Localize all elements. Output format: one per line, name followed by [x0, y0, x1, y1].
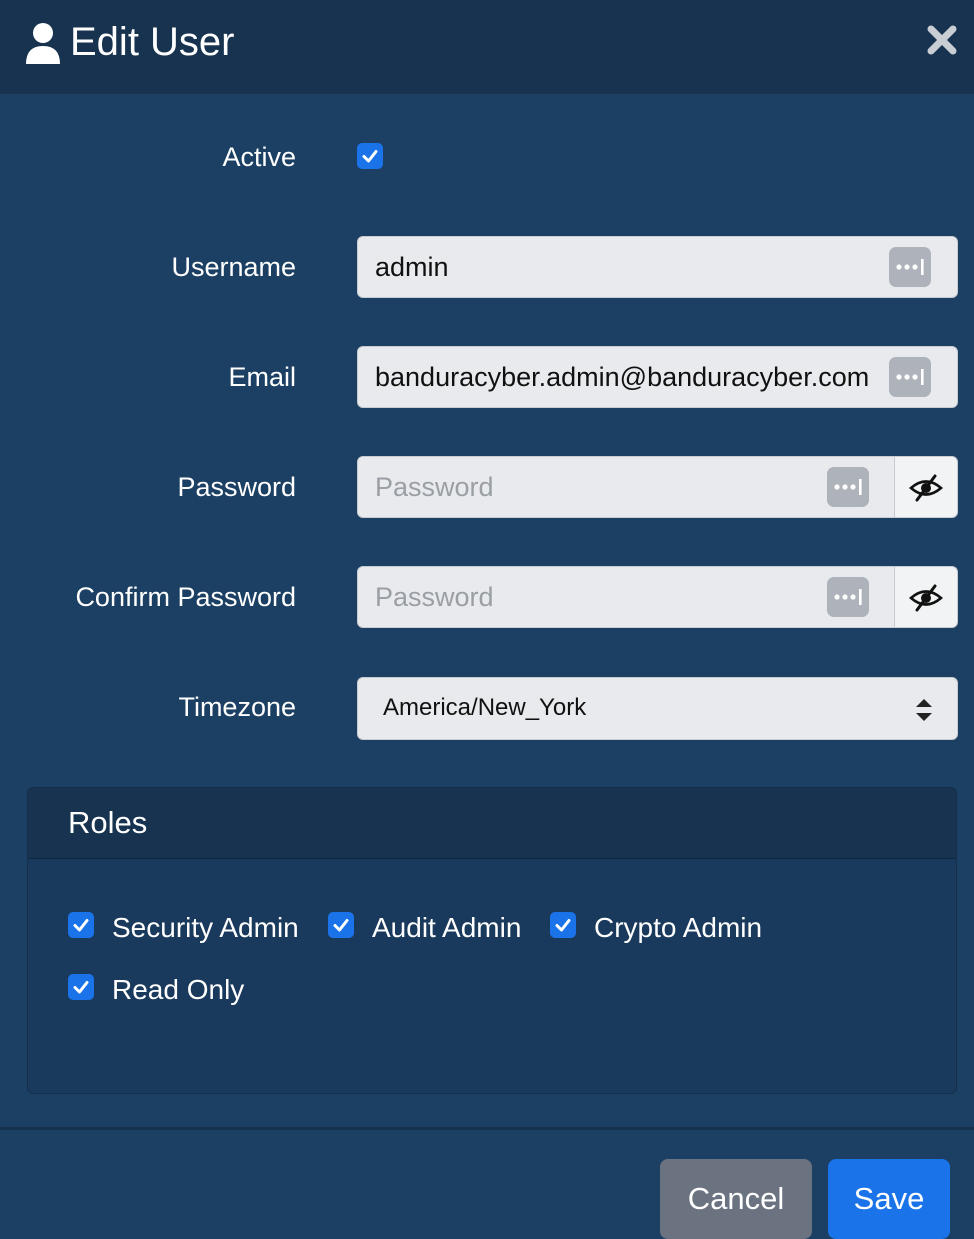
email-value: banduracyber.admin@banduracyber.com: [375, 362, 870, 392]
select-arrows-icon: [916, 699, 932, 721]
save-button[interactable]: Save: [828, 1159, 950, 1239]
close-icon[interactable]: [922, 20, 962, 60]
checkmark-icon: [73, 981, 89, 994]
password-label: Password: [177, 472, 296, 502]
confirm-password-input[interactable]: Password: [357, 566, 897, 628]
checkmark-icon: [333, 919, 349, 932]
eye-slash-icon: [909, 584, 943, 612]
roles-panel: Roles Security Admin Audit Admin Crypto …: [27, 787, 957, 1094]
password-manager-icon[interactable]: [827, 577, 869, 617]
timezone-label: Timezone: [178, 692, 296, 722]
modal-title: Edit User: [70, 20, 235, 64]
confirm-password-label: Confirm Password: [75, 582, 296, 612]
role-label-security-admin[interactable]: Security Admin: [112, 910, 299, 946]
timezone-select[interactable]: America/New_York: [357, 677, 958, 740]
cancel-button[interactable]: Cancel: [660, 1159, 812, 1239]
username-label: Username: [171, 252, 296, 282]
role-checkbox-security-admin[interactable]: [68, 912, 94, 938]
confirm-password-placeholder: Password: [375, 582, 494, 612]
role-checkbox-audit-admin[interactable]: [328, 912, 354, 938]
toggle-confirm-password-visibility-button[interactable]: [894, 566, 958, 628]
user-icon: [26, 23, 60, 64]
checkmark-icon: [362, 150, 378, 163]
password-input[interactable]: Password: [357, 456, 897, 518]
checkmark-icon: [73, 919, 89, 932]
modal-header: Edit User: [0, 0, 974, 94]
role-checkbox-read-only[interactable]: [68, 974, 94, 1000]
footer-divider: [0, 1127, 974, 1130]
email-input[interactable]: banduracyber.admin@banduracyber.com: [357, 346, 958, 408]
password-manager-icon[interactable]: [827, 467, 869, 507]
role-label-audit-admin[interactable]: Audit Admin: [372, 910, 521, 946]
timezone-value: America/New_York: [383, 694, 587, 721]
password-manager-icon[interactable]: [889, 357, 931, 397]
role-checkbox-crypto-admin[interactable]: [550, 912, 576, 938]
eye-slash-icon: [909, 474, 943, 502]
roles-header: Roles: [28, 788, 956, 859]
roles-title: Roles: [68, 805, 148, 840]
checkmark-icon: [555, 919, 571, 932]
role-label-read-only[interactable]: Read Only: [112, 972, 244, 1008]
email-label: Email: [228, 362, 296, 392]
active-label: Active: [222, 142, 296, 172]
toggle-password-visibility-button[interactable]: [894, 456, 958, 518]
password-placeholder: Password: [375, 472, 494, 502]
password-manager-icon[interactable]: [889, 247, 931, 287]
username-value: admin: [375, 252, 449, 282]
active-checkbox[interactable]: [357, 143, 383, 169]
role-label-crypto-admin[interactable]: Crypto Admin: [594, 910, 762, 946]
username-input[interactable]: admin: [357, 236, 958, 298]
